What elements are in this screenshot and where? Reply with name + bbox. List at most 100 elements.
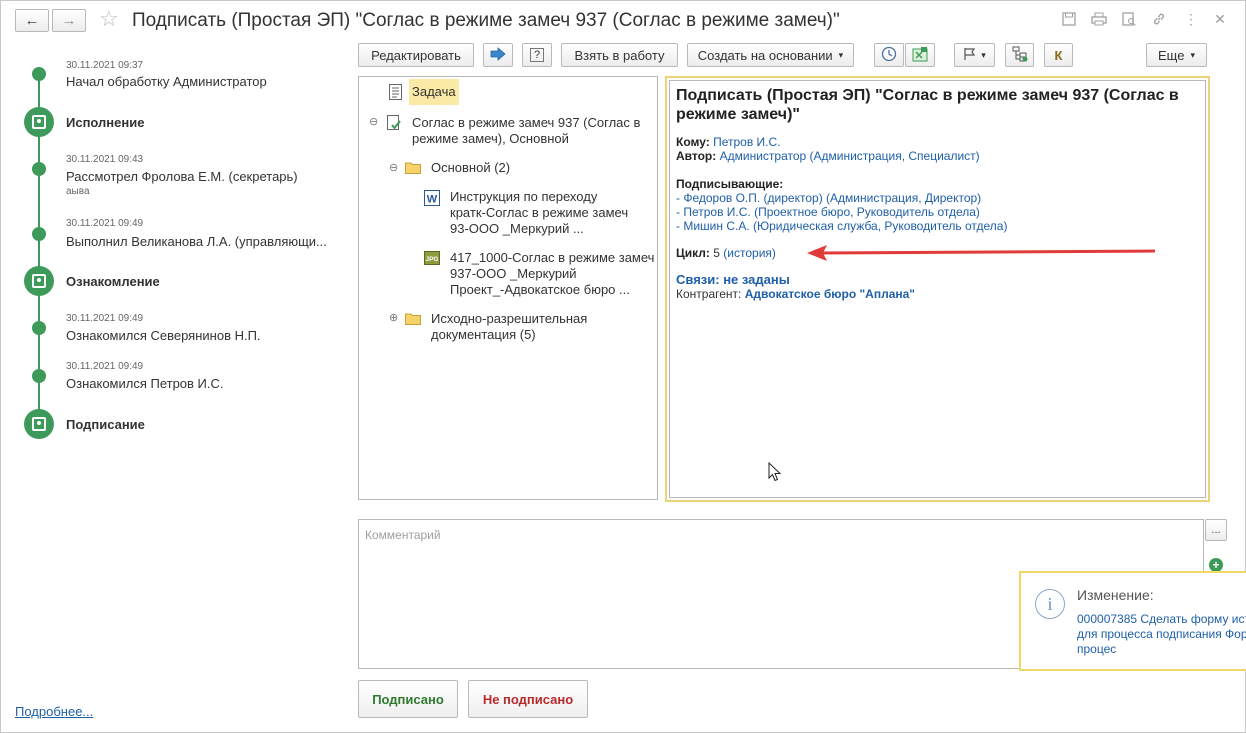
word-icon-letter: W: [427, 194, 438, 206]
print-icon[interactable]: [1090, 10, 1108, 28]
flag-dropdown[interactable]: ▾: [954, 43, 995, 67]
more-label: Еще: [1158, 47, 1185, 63]
signer-item[interactable]: - Мишин С.А. (Юридическая служба, Руково…: [676, 219, 1199, 233]
tree-item-document[interactable]: Соглас в режиме замеч 937 (Соглас в режи…: [412, 115, 640, 147]
close-icon[interactable]: ✕: [1211, 10, 1229, 28]
task-title-line1: Подписать (Простая ЭП) "Соглас в режиме …: [676, 87, 1179, 104]
tree-item-task[interactable]: Задача: [409, 79, 459, 105]
comment-expand-button[interactable]: ...: [1205, 519, 1227, 541]
word-file-icon: W: [424, 190, 440, 206]
chevron-down-icon: ▾: [838, 49, 844, 60]
k-button[interactable]: К: [1044, 43, 1073, 67]
hierarchy-icon: [1012, 46, 1028, 65]
flag-icon: [963, 47, 977, 64]
title-bar: ← → ☆ Подписать (Простая ЭП) "Соглас в р…: [1, 1, 1246, 41]
preview-icon[interactable]: [1120, 10, 1138, 28]
create-based-on-dropdown[interactable]: Создать на основании ▾: [687, 43, 854, 67]
tree-file-instruction[interactable]: Инструкция по переходу кратк-Соглас в ре…: [450, 189, 628, 237]
tree-folder-permits[interactable]: Исходно-разрешительная документация (5): [431, 311, 587, 343]
collapse-icon[interactable]: ⊖: [369, 114, 378, 130]
task-detail-content: Подписать (Простая ЭП) "Соглас в режиме …: [669, 80, 1206, 498]
red-arrow-annotation: [807, 245, 1156, 261]
stage-icon: [24, 107, 54, 137]
question-icon: ?: [529, 48, 545, 62]
cycle-history-link[interactable]: (история): [723, 246, 776, 260]
edit-button[interactable]: Редактировать: [358, 43, 474, 67]
signer-item[interactable]: - Федоров О.П. (директор) (Администрация…: [676, 191, 1199, 205]
contractor-label: Контрагент:: [676, 287, 742, 301]
menu-dots-icon[interactable]: ⋮: [1182, 10, 1200, 28]
document-name-line1: Соглас в режиме замеч 937 (Соглас в: [412, 115, 641, 130]
forward-button[interactable]: →: [52, 9, 86, 32]
change-notification[interactable]: i Изменение: 000007385 Сделать форму ист…: [1019, 571, 1246, 671]
structure-button[interactable]: [1005, 43, 1034, 67]
contractor-row: Контрагент: Адвокатское бюро "Аплана": [676, 287, 1199, 301]
file-name-line1: Инструкция по переходу: [450, 189, 598, 204]
back-button[interactable]: ←: [15, 9, 49, 32]
stage-label: Подписание: [66, 417, 145, 432]
signer-item[interactable]: - Петров И.С. (Проектное бюро, Руководит…: [676, 205, 1199, 219]
expand-icon[interactable]: ⊕: [389, 310, 398, 326]
stage-icon: [24, 409, 54, 439]
stage-label: Исполнение: [66, 115, 145, 130]
favorite-star-icon[interactable]: ☆: [99, 8, 119, 30]
chevron-down-icon: ▾: [1190, 49, 1195, 60]
timeline-event-date: 30.11.2021 09:49: [66, 361, 144, 372]
arrow-right-icon: [490, 46, 506, 64]
folder-name-line1: Исходно-разрешительная: [431, 311, 588, 326]
timeline-dot: [32, 227, 46, 241]
timeline-event-date: 30.11.2021 09:37: [66, 60, 144, 71]
document-icon: [389, 84, 403, 100]
timeline-event-date: 30.11.2021 09:43: [66, 154, 144, 165]
collapse-icon[interactable]: ⊖: [389, 160, 398, 176]
tree-folder-main[interactable]: Основной (2): [431, 160, 510, 176]
window-title: Подписать (Простая ЭП) "Соглас в режиме …: [132, 10, 840, 31]
spreadsheet-icon: [912, 46, 928, 65]
contractor-link[interactable]: Адвокатское бюро "Аплана": [745, 287, 915, 301]
not-signed-button[interactable]: Не подписано: [468, 680, 588, 718]
add-icon[interactable]: +: [1209, 558, 1223, 572]
timeline-event-date: 30.11.2021 09:49: [66, 218, 144, 229]
save-icon[interactable]: [1060, 10, 1078, 28]
timeline-dot: [32, 162, 46, 176]
task-title: Подписать (Простая ЭП) "Соглас в режиме …: [676, 86, 1199, 124]
jpg-icon-letter: JPG: [425, 256, 438, 263]
jpg-file-icon: JPG: [424, 251, 440, 267]
author-label: Автор:: [676, 149, 717, 163]
links-status[interactable]: Связи: не заданы: [676, 273, 1199, 287]
mouse-cursor-icon: [768, 462, 782, 482]
recipient-link[interactable]: Петров И.С.: [713, 135, 780, 149]
arrow-left-icon: ←: [24, 12, 40, 29]
clock-button[interactable]: [874, 43, 904, 67]
notification-title: Изменение:: [1077, 587, 1154, 603]
more-details-link[interactable]: Подробнее...: [15, 704, 93, 719]
signed-button[interactable]: Подписано: [358, 680, 458, 718]
task-title-line2: режиме замеч)": [676, 106, 800, 123]
take-to-work-button[interactable]: Взять в работу: [561, 43, 678, 67]
signed-document-icon: [387, 115, 401, 131]
author-link[interactable]: Администратор (Администрация, Специалист…: [720, 149, 980, 163]
timeline-dot: [32, 369, 46, 383]
folder-icon: [405, 161, 421, 177]
cycle-value: 5: [713, 246, 720, 260]
excel-export-button[interactable]: [905, 43, 935, 67]
clock-icon: [881, 46, 897, 65]
author-row: Автор: Администратор (Администрация, Спе…: [676, 149, 1199, 163]
comment-placeholder: Комментарий: [365, 528, 441, 542]
document-name-line2: режиме замеч), Основной: [412, 131, 569, 146]
forward-task-button[interactable]: [483, 43, 513, 67]
file-name-line2: кратк-Соглас в режиме замеч: [450, 205, 629, 220]
timeline-event-text: Рассмотрел Фролова Е.М. (секретарь): [66, 169, 298, 184]
tree-file-project[interactable]: 417_1000-Соглас в режиме замеч 937-ООО _…: [450, 250, 654, 298]
create-based-on-label: Создать на основании: [697, 47, 833, 63]
help-button[interactable]: ?: [522, 43, 552, 67]
attachments-tree: Задача ⊖ Соглас в режиме замеч 937 (Согл…: [358, 76, 658, 500]
more-dropdown[interactable]: Еще ▾: [1146, 43, 1207, 67]
timeline-event-text: Ознакомился Северянинов Н.П.: [66, 328, 261, 343]
notification-link[interactable]: 000007385 Сделать форму истории для проц…: [1077, 612, 1246, 657]
link-icon[interactable]: [1150, 10, 1168, 28]
arrow-right-icon: →: [61, 12, 77, 29]
timeline-event-comment: аыва: [66, 186, 90, 197]
file-name-line1: 417_1000-Соглас в режиме замеч: [450, 250, 655, 265]
cycle-label: Цикл:: [676, 246, 710, 260]
